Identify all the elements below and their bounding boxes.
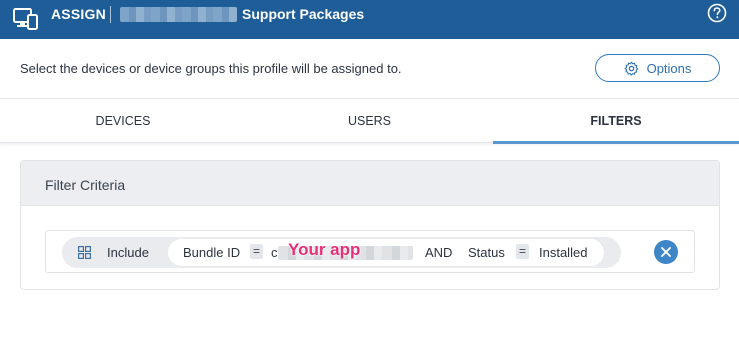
- your-app-annotation: Your app: [288, 240, 361, 259]
- field-bundle-id: Bundle ID: [183, 245, 241, 260]
- tab-users[interactable]: USERS: [246, 100, 493, 143]
- gear-icon: [624, 61, 638, 76]
- status-value: Installed: [539, 245, 588, 260]
- options-button[interactable]: Options: [595, 54, 720, 82]
- options-label: Options: [646, 60, 692, 76]
- equals-operator: =: [250, 244, 263, 259]
- field-status: Status: [468, 245, 505, 260]
- monitor-phone-icon: [13, 8, 38, 30]
- assignment-tabs: DEVICES USERS FILTERS: [0, 100, 739, 144]
- top-header: ASSIGN Support Packages: [0, 0, 739, 39]
- filter-criteria-panel: Filter Criteria Include Bundle ID = c Yo…: [20, 160, 720, 290]
- and-conjunction: AND: [425, 245, 453, 260]
- filter-rule-chip[interactable]: Include Bundle ID = c Your app AND Statu…: [62, 237, 621, 268]
- filter-rule-row: Include Bundle ID = c Your app AND Statu…: [45, 230, 695, 273]
- grid-icon: [78, 246, 91, 259]
- tab-devices[interactable]: DEVICES: [0, 100, 246, 143]
- redacted-profile-name: [120, 7, 237, 22]
- include-mode-label[interactable]: Include: [107, 245, 149, 260]
- close-icon: [661, 247, 671, 257]
- equals-operator: =: [516, 244, 529, 259]
- assignment-description: Select the devices or device groups this…: [20, 61, 402, 76]
- tab-filters[interactable]: FILTERS: [493, 100, 739, 144]
- assignment-subheader: Select the devices or device groups this…: [0, 39, 739, 99]
- header-separator: [110, 6, 111, 23]
- help-circle-icon[interactable]: [707, 3, 727, 23]
- page-title: Support Packages: [242, 6, 365, 22]
- assign-label: ASSIGN: [51, 6, 106, 22]
- remove-filter-button[interactable]: [654, 240, 678, 264]
- filter-criteria-header: Filter Criteria: [21, 161, 719, 206]
- filter-criteria-title: Filter Criteria: [45, 177, 126, 193]
- filter-condition[interactable]: Bundle ID = c Your app AND Status = Inst…: [168, 239, 604, 266]
- bundle-id-value-prefix: c: [271, 245, 278, 260]
